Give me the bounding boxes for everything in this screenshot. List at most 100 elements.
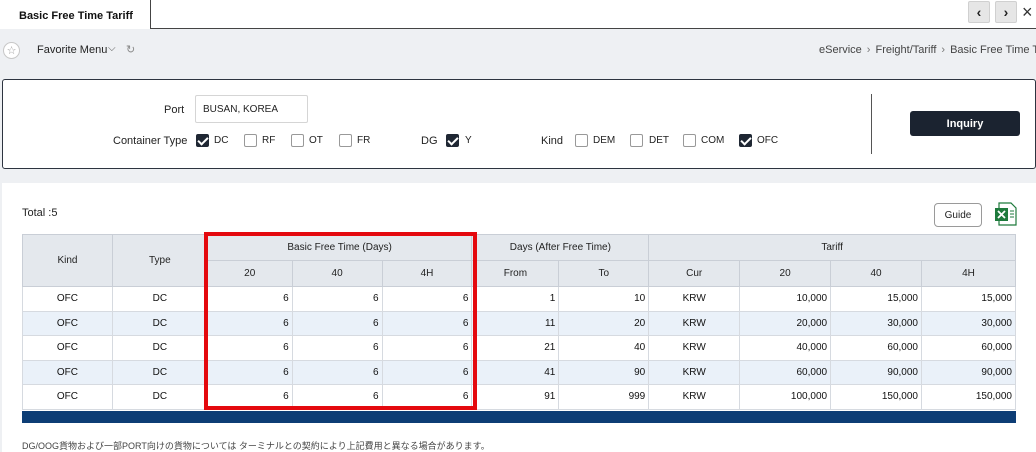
next-tab-button[interactable]: › xyxy=(995,1,1017,23)
divider xyxy=(871,94,872,154)
results-panel: Total :5 Guide Kind Type Basic Free Time… xyxy=(2,183,1036,452)
checkbox-label-rf: RF xyxy=(262,135,276,146)
table-cell: OFC xyxy=(22,335,113,361)
checkbox-dc[interactable] xyxy=(196,134,209,147)
star-icon[interactable]: ☆ xyxy=(3,42,20,59)
total-count: Total :5 xyxy=(22,207,58,219)
table-row[interactable]: OFC DC 6 6 6 1 10 KRW 10,000 15,000 15,000 xyxy=(22,286,1016,312)
table-cell: DC xyxy=(111,384,208,410)
breadcrumb-item-current: Basic Free Time Tariff xyxy=(950,44,1036,56)
table-cell: 6 xyxy=(381,384,473,410)
checkbox-label-dem: DEM xyxy=(593,135,616,146)
inquiry-button[interactable]: Inquiry xyxy=(910,111,1020,136)
checkbox-det[interactable] xyxy=(630,134,643,147)
table-cell: 1 xyxy=(471,286,560,312)
table-row[interactable]: OFC DC 6 6 6 91 999 KRW 100,000 150,000 150,000 xyxy=(22,384,1016,410)
table-cell: 91 xyxy=(471,384,560,410)
table-cell: OFC xyxy=(22,310,113,336)
table-cell: 150,000 xyxy=(921,384,1016,410)
table-cell: KRW xyxy=(648,384,741,410)
table-cell: 6 xyxy=(381,310,473,336)
table-cell: 30,000 xyxy=(830,310,922,336)
table-footer-bar xyxy=(22,411,1016,423)
tab-bar: Basic Free Time Tariff ‹ › × xyxy=(0,0,1036,29)
breadcrumb-item[interactable]: Freight/Tariff xyxy=(875,44,936,56)
table-cell: 90,000 xyxy=(921,359,1016,385)
table-cell: 6 xyxy=(291,310,383,336)
header-basic-free-time: Basic Free Time (Days) xyxy=(206,234,473,261)
dg-label: DG xyxy=(421,135,438,147)
table-cell: 11 xyxy=(471,310,560,336)
header-bft-20: 20 xyxy=(206,260,293,287)
table-cell: 40 xyxy=(558,335,650,361)
table-cell: 150,000 xyxy=(830,384,922,410)
checkbox-dg-y[interactable] xyxy=(446,134,459,147)
table-cell: 6 xyxy=(291,335,383,361)
table-row[interactable]: OFC DC 6 6 6 21 40 KRW 40,000 60,000 60,000 xyxy=(22,335,1016,361)
close-icon[interactable]: × xyxy=(1022,3,1033,21)
header-bar: ☆ Favorite Menu ⌵ ↻ eService › Freight/Tar… xyxy=(0,29,1036,73)
table-cell: KRW xyxy=(648,335,741,361)
table-cell: DC xyxy=(111,310,208,336)
table-cell: 6 xyxy=(381,286,473,312)
header-kind: Kind xyxy=(22,234,113,287)
checkbox-rf[interactable] xyxy=(244,134,257,147)
table-cell: DC xyxy=(111,359,208,385)
table-cell: 6 xyxy=(291,384,383,410)
favorite-menu[interactable]: Favorite Menu xyxy=(37,44,107,56)
header-tariff-20: 20 xyxy=(739,260,832,287)
header-to: To xyxy=(558,260,650,287)
table-cell: DC xyxy=(111,335,208,361)
table-cell: 100,000 xyxy=(739,384,832,410)
header-cur: Cur xyxy=(648,260,741,287)
table-cell: 41 xyxy=(471,359,560,385)
table-cell: 15,000 xyxy=(830,286,922,312)
table-cell: 20 xyxy=(558,310,650,336)
breadcrumb-item[interactable]: eService xyxy=(819,44,862,56)
table-cell: 6 xyxy=(291,359,383,385)
table-row[interactable]: OFC DC 6 6 6 11 20 KRW 20,000 30,000 30,000 xyxy=(22,310,1016,336)
table-cell: 6 xyxy=(291,286,383,312)
table-cell: 6 xyxy=(381,335,473,361)
table-cell: KRW xyxy=(648,310,741,336)
checkbox-com[interactable] xyxy=(683,134,696,147)
chevron-right-icon: › xyxy=(866,44,871,56)
checkbox-label-dg-y: Y xyxy=(465,135,472,146)
checkbox-ot[interactable] xyxy=(291,134,304,147)
header-from: From xyxy=(471,260,560,287)
chevron-down-icon[interactable]: ⌵ xyxy=(108,43,116,54)
table-row[interactable]: OFC DC 6 6 6 41 90 KRW 60,000 90,000 90,000 xyxy=(22,359,1016,385)
table-cell: 15,000 xyxy=(921,286,1016,312)
table-cell: 6 xyxy=(206,310,293,336)
chevron-right-icon: › xyxy=(1003,4,1009,20)
chevron-left-icon: ‹ xyxy=(976,4,982,20)
checkbox-dem[interactable] xyxy=(575,134,588,147)
checkbox-label-ofc: OFC xyxy=(757,135,779,146)
header-days-after: Days (After Free Time) xyxy=(471,234,650,261)
table-cell: 10 xyxy=(558,286,650,312)
table-cell: 10,000 xyxy=(739,286,832,312)
port-input[interactable]: BUSAN, KOREA xyxy=(195,95,308,123)
checkbox-label-det: DET xyxy=(649,135,669,146)
table-cell: 60,000 xyxy=(739,359,832,385)
table-cell: 60,000 xyxy=(830,335,922,361)
breadcrumb: eService › Freight/Tariff › Basic Free Time … xyxy=(819,44,1036,56)
prev-tab-button[interactable]: ‹ xyxy=(968,1,990,23)
header-bft-4h: 4H xyxy=(381,260,473,287)
checkbox-ofc[interactable] xyxy=(739,134,752,147)
tab-label: Basic Free Time Tariff xyxy=(19,10,133,22)
table-cell: KRW xyxy=(648,359,741,385)
table-cell: OFC xyxy=(22,384,113,410)
checkbox-label-ot: OT xyxy=(309,135,323,146)
excel-export-icon[interactable] xyxy=(995,202,1017,226)
checkbox-fr[interactable] xyxy=(339,134,352,147)
refresh-icon[interactable]: ↻ xyxy=(126,43,135,56)
checkbox-label-dc: DC xyxy=(214,135,229,146)
footnote: DG/OOG貨物および一部PORT向けの貨物については ターミナルとの契約により… xyxy=(22,441,490,451)
tab-basic-free-time-tariff[interactable]: Basic Free Time Tariff xyxy=(0,0,151,29)
checkbox-label-com: COM xyxy=(701,135,725,146)
container-type-label: Container Type xyxy=(113,135,188,147)
guide-button[interactable]: Guide xyxy=(934,203,982,227)
table-cell: 90,000 xyxy=(830,359,922,385)
tariff-table: Kind Type Basic Free Time (Days) Days (A… xyxy=(22,234,1016,410)
